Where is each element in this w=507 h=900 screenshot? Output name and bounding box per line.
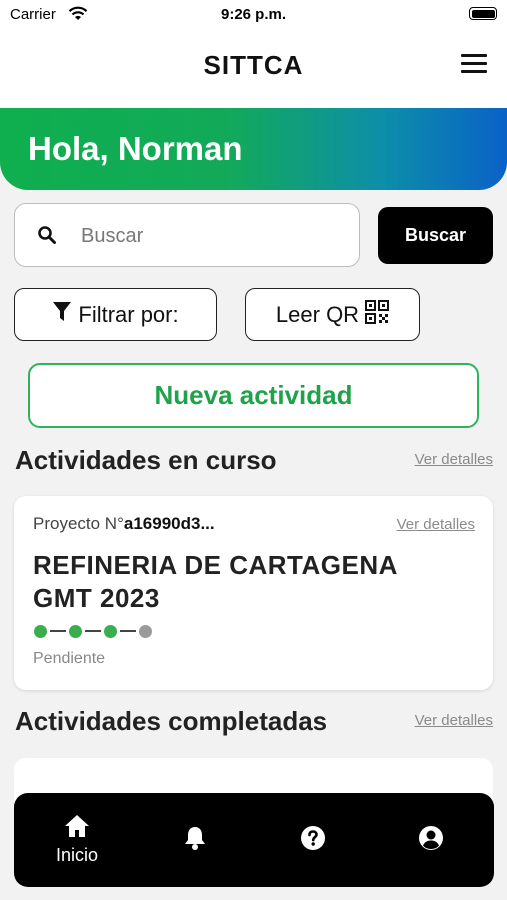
scan-qr-button[interactable]: Leer QR	[245, 288, 420, 341]
filter-icon	[52, 301, 72, 329]
project-number: Proyecto N°a16990d3...	[33, 514, 215, 534]
progress-step-pending	[139, 624, 152, 638]
progress-connector	[85, 630, 101, 632]
new-activity-button[interactable]: Nueva actividad	[28, 363, 479, 428]
search-input[interactable]	[79, 218, 343, 254]
progress-step-complete	[104, 624, 117, 638]
bell-icon	[183, 825, 207, 856]
filter-button[interactable]: Filtrar por:	[14, 288, 217, 341]
greeting-text: Hola, Norman	[28, 130, 243, 167]
clock: 9:26 p.m.	[220, 6, 287, 23]
progress-connector	[120, 630, 136, 632]
activity-progress-steps	[34, 624, 152, 638]
home-icon	[64, 814, 90, 843]
nav-bar: SITTCA	[0, 32, 507, 110]
in-progress-details-link[interactable]: Ver detalles	[415, 451, 493, 468]
search-button[interactable]: Buscar	[378, 207, 493, 264]
in-progress-heading: Actividades en curso	[15, 445, 277, 475]
project-id: a16990d3...	[123, 514, 215, 533]
search-field[interactable]	[14, 203, 360, 267]
tab-profile[interactable]	[383, 793, 479, 887]
help-icon	[300, 825, 326, 856]
qr-code-icon	[365, 299, 390, 330]
progress-step-complete	[69, 624, 82, 638]
scan-qr-label: Leer QR	[275, 301, 360, 327]
app-title: SITTCA	[203, 50, 304, 80]
activity-status: Pendiente	[33, 650, 106, 667]
status-bar: Carrier 9:26 p.m.	[0, 0, 507, 32]
progress-step-complete	[34, 624, 47, 638]
profile-icon	[418, 825, 444, 856]
greeting-banner: Hola, Norman	[0, 108, 507, 190]
project-prefix: Proyecto N°	[33, 514, 124, 533]
tab-help[interactable]	[265, 793, 361, 887]
tab-notifications[interactable]	[147, 793, 243, 887]
hamburger-menu-icon[interactable]	[461, 54, 487, 76]
activity-card[interactable]: Proyecto N°a16990d3... Ver detalles REFI…	[14, 496, 493, 690]
battery-icon	[469, 7, 497, 20]
card-details-link[interactable]: Ver detalles	[397, 516, 475, 533]
tab-home-label: Inicio	[55, 845, 99, 865]
bottom-tab-bar: Inicio	[14, 793, 494, 887]
search-icon	[37, 225, 57, 250]
tab-home[interactable]: Inicio	[29, 793, 125, 887]
progress-connector	[50, 630, 66, 632]
activity-title: REFINERIA DE CARTAGENA GMT 2023	[33, 550, 397, 613]
filter-label: Filtrar por:	[78, 301, 179, 327]
completed-details-link[interactable]: Ver detalles	[415, 712, 493, 729]
completed-heading: Actividades completadas	[15, 706, 328, 736]
